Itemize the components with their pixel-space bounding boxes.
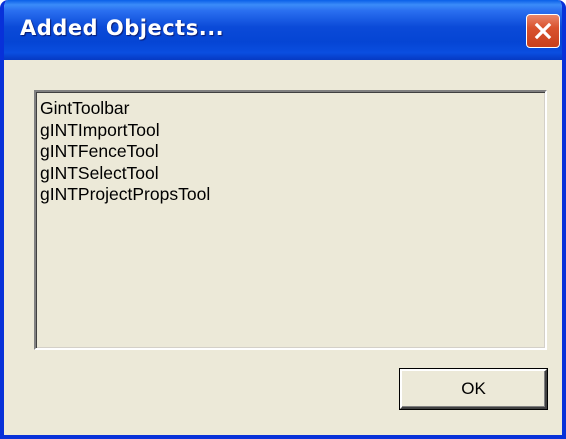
list-item: GintToolbar: [40, 98, 130, 118]
title-bar[interactable]: Added Objects...: [4, 0, 562, 60]
close-button[interactable]: [526, 14, 560, 48]
close-icon: [534, 22, 552, 40]
list-item: gINTFenceTool: [40, 141, 159, 161]
added-objects-list[interactable]: GintToolbar gINTImportTool gINTFenceTool…: [34, 90, 547, 350]
list-item: gINTSelectTool: [40, 162, 159, 183]
list-item: gINTImportTool: [40, 119, 160, 140]
dialog-title: Added Objects...: [20, 16, 225, 40]
ok-button[interactable]: OK: [400, 369, 547, 409]
list-item: gINTProjectPropsTool: [40, 184, 211, 204]
added-objects-dialog: Added Objects... GintToolbar gINTImportT…: [0, 0, 566, 439]
